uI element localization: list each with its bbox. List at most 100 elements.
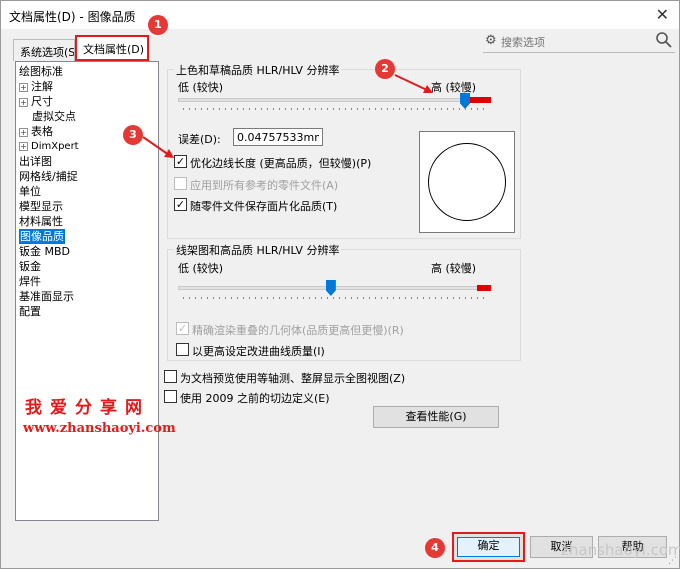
tree-item[interactable]: 网格线/捕捉	[19, 169, 78, 184]
tree-item[interactable]: 模型显示	[19, 199, 63, 214]
slider-tick	[447, 297, 448, 299]
slider-tick	[321, 297, 322, 299]
annotation-badge: 4	[425, 538, 445, 558]
slider-tick	[333, 297, 334, 299]
slider-tick	[465, 108, 466, 110]
search-box[interactable]: ⚙	[483, 31, 675, 53]
expand-icon[interactable]: +	[19, 82, 28, 92]
slider-tick	[429, 108, 430, 110]
isometric-label: 为文档预览使用等轴测、整屏显示全图视图(Z)	[180, 372, 406, 385]
tree-item[interactable]: 出详图	[19, 154, 52, 169]
tree-item[interactable]: 绘图标准	[19, 64, 63, 79]
deviation-field[interactable]	[233, 128, 323, 146]
slider-tick	[357, 108, 358, 110]
ok-button[interactable]: 确定	[452, 532, 525, 562]
slider-tick	[453, 297, 454, 299]
isometric-checkbox[interactable]	[164, 370, 177, 383]
pre2009-checkbox[interactable]	[164, 390, 177, 403]
slider-tick	[201, 297, 202, 299]
window-title: 文档属性(D) - 图像品质	[9, 10, 136, 24]
precise-checkbox[interactable]: ✓	[176, 322, 189, 335]
annotation-arrow	[142, 136, 174, 158]
slider-tick	[357, 297, 358, 299]
slider-tick	[189, 108, 190, 110]
annotation-badge: 1	[148, 15, 168, 35]
slider-tick	[213, 108, 214, 110]
slider-tick	[441, 108, 442, 110]
tab-system-options[interactable]: 系统选项(S	[13, 39, 75, 61]
tree-item[interactable]: 单位	[19, 184, 41, 199]
slider-tick	[243, 108, 244, 110]
tree-item[interactable]: + DimXpert	[19, 139, 79, 154]
tree-item[interactable]: 钣金	[19, 259, 41, 274]
deviation-label: 误差(D):	[178, 133, 221, 146]
slider-tick	[267, 108, 268, 110]
view-performance-button[interactable]: 查看性能(G)	[373, 406, 499, 428]
slider-tick	[219, 297, 220, 299]
save-tess-checkbox[interactable]: ✓	[174, 198, 187, 211]
slider-tick	[453, 108, 454, 110]
slider-tick	[429, 297, 430, 299]
slider-tick	[297, 297, 298, 299]
close-icon[interactable]: ✕	[656, 5, 669, 24]
apply-all-checkbox[interactable]	[174, 177, 187, 190]
expand-icon[interactable]: +	[19, 141, 28, 151]
title-bar: 文档属性(D) - 图像品质 ✕	[1, 1, 679, 29]
slider-tick	[279, 297, 280, 299]
slider-tick	[363, 108, 364, 110]
improve-curve-label: 以更高设定改进曲线质量(I)	[192, 345, 325, 358]
ok-button-label: 确定	[457, 537, 520, 557]
slider-tick	[399, 108, 400, 110]
search-icon[interactable]	[655, 31, 673, 49]
tree-item-image-quality[interactable]: 图像品质	[19, 229, 65, 244]
slider-tick	[435, 108, 436, 110]
slider-tick	[375, 108, 376, 110]
tree-item[interactable]: + 表格	[19, 124, 53, 139]
tree-item[interactable]: 虚拟交点	[32, 109, 76, 124]
slider-tick	[345, 108, 346, 110]
slider-tick	[321, 108, 322, 110]
slider-tick	[279, 108, 280, 110]
expand-icon[interactable]: +	[19, 97, 28, 107]
watermark-url-faint: zhanshaoyi.com	[561, 541, 680, 559]
shaded-slider-track[interactable]	[178, 98, 490, 102]
watermark-url: www.zhanshaoyi.com	[23, 421, 176, 436]
slider-tick	[399, 297, 400, 299]
search-input[interactable]	[501, 33, 651, 51]
tree-item[interactable]: 基准面显示	[19, 289, 74, 304]
slider-tick	[471, 108, 472, 110]
tree-item[interactable]: + 尺寸	[19, 94, 53, 109]
precise-label: 精确渲染重叠的几何体(品质更高但更慢)(R)	[192, 324, 404, 337]
slider-tick	[333, 108, 334, 110]
slider-tick	[243, 297, 244, 299]
slider-red-zone	[477, 285, 491, 291]
slider-tick	[363, 297, 364, 299]
slider-tick	[483, 108, 484, 110]
slider-tick	[375, 297, 376, 299]
tree-item[interactable]: + 注解	[19, 79, 53, 94]
pre2009-label: 使用 2009 之前的切边定义(E)	[180, 392, 330, 405]
slider-tick	[351, 297, 352, 299]
optimize-label: 优化边线长度 (更高品质，但较慢)(P)	[190, 157, 372, 170]
tree-item[interactable]: 焊件	[19, 274, 41, 289]
slider-red-zone	[469, 97, 491, 103]
tree-item[interactable]: 材料属性	[19, 214, 63, 229]
slider-tick	[261, 108, 262, 110]
group-title: 上色和草稿品质 HLR/HLV 分辨率	[174, 62, 342, 78]
slider-tick	[195, 297, 196, 299]
expand-icon[interactable]: +	[19, 127, 28, 137]
slider-tick	[249, 297, 250, 299]
slider-tick	[339, 297, 340, 299]
slider-tick	[291, 108, 292, 110]
watermark-text: 我爱分享网	[25, 398, 150, 418]
slider-tick	[189, 297, 190, 299]
slider-tick	[459, 108, 460, 110]
tree-item[interactable]: 配置	[19, 304, 41, 319]
slider-tick	[309, 108, 310, 110]
improve-curve-checkbox[interactable]	[176, 343, 189, 356]
tab-document-properties[interactable]: 文档属性(D)	[75, 35, 149, 61]
slider-tick	[273, 108, 274, 110]
tree-item[interactable]: 钣金 MBD	[19, 244, 70, 259]
slider-tick	[393, 297, 394, 299]
slider-tick	[231, 297, 232, 299]
